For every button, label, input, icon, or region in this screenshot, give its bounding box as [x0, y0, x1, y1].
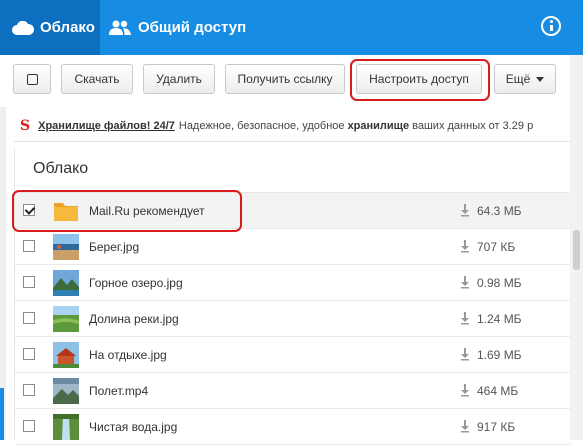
scrollbar-thumb[interactable] — [573, 230, 580, 270]
file-size: 1.69 МБ — [477, 348, 522, 362]
download-button[interactable]: Скачать — [61, 64, 133, 94]
row-checkbox[interactable] — [23, 348, 35, 360]
file-row[interactable]: Полет.mp4 464 МБ — [15, 373, 571, 409]
file-size: 0.98 МБ — [477, 276, 522, 290]
select-all-button[interactable] — [13, 64, 51, 94]
row-checkbox[interactable] — [23, 420, 35, 432]
toolbar: Скачать Удалить Получить ссылку Настроит… — [0, 55, 570, 107]
download-icon[interactable] — [460, 239, 470, 253]
file-name[interactable]: На отдыхе.jpg — [89, 348, 167, 362]
ad-banner[interactable]: S Хранилище файлов! 24/7 Надежное, безоп… — [14, 111, 570, 142]
file-size: 464 МБ — [477, 384, 519, 398]
video-thumbnail — [53, 378, 79, 404]
download-icon[interactable] — [460, 275, 470, 289]
ad-text-bold: хранилище — [347, 120, 410, 132]
ad-logo: S — [20, 118, 31, 134]
highlight-ring — [350, 59, 490, 101]
file-row[interactable]: Долина реки.jpg 1.24 МБ — [15, 301, 571, 337]
left-strip — [0, 107, 6, 440]
download-icon[interactable] — [460, 419, 470, 433]
file-row[interactable]: Берег.jpg 707 КБ — [15, 229, 571, 265]
vertical-scrollbar[interactable] — [570, 55, 583, 440]
more-vertical-icon[interactable] — [541, 16, 561, 36]
tab-label: Облако — [40, 19, 95, 36]
left-strip-accent — [0, 388, 4, 440]
file-row[interactable]: На отдыхе.jpg 1.69 МБ — [15, 337, 571, 373]
image-thumbnail — [53, 414, 79, 440]
file-name[interactable]: Чистая вода.jpg — [89, 420, 177, 434]
row-checkbox[interactable] — [23, 240, 35, 252]
image-thumbnail — [53, 306, 79, 332]
select-all-checkbox-icon — [26, 73, 38, 85]
file-size: 64.3 МБ — [477, 204, 522, 218]
download-icon[interactable] — [460, 203, 470, 217]
more-label: Ещё — [505, 72, 531, 86]
image-thumbnail — [53, 270, 79, 296]
chevron-down-icon — [536, 76, 545, 82]
tab-label: Общий доступ — [138, 19, 247, 36]
top-bar: Облако Общий доступ — [0, 0, 583, 55]
row-checkbox[interactable] — [23, 276, 35, 288]
ad-text-1: Надежное, безопасное, удобное — [178, 120, 345, 132]
file-size: 707 КБ — [477, 240, 516, 254]
file-size: 917 КБ — [477, 420, 516, 434]
file-row[interactable]: Горное озеро.jpg 0.98 МБ — [15, 265, 571, 301]
more-button[interactable]: Ещё — [494, 64, 556, 94]
ad-text-2: ваших данных от 3.29 р — [412, 120, 534, 132]
image-thumbnail — [53, 342, 79, 368]
download-icon[interactable] — [460, 311, 470, 325]
row-checkbox[interactable] — [23, 312, 35, 324]
file-size: 1.24 МБ — [477, 312, 522, 326]
file-name[interactable]: Горное озеро.jpg — [89, 276, 183, 290]
row-checkbox[interactable] — [23, 384, 35, 396]
download-icon[interactable] — [460, 383, 470, 397]
highlight-ring — [12, 190, 242, 232]
image-thumbnail — [53, 234, 79, 260]
panel-title: Облако — [33, 160, 89, 177]
file-panel: Облако Mail.Ru рекомендует 64.3 МБ Берег… — [12, 148, 571, 445]
delete-button[interactable]: Удалить — [143, 64, 215, 94]
users-icon — [109, 20, 131, 35]
tab-cloud[interactable]: Облако — [0, 0, 100, 55]
tab-shared-access[interactable]: Общий доступ — [108, 0, 246, 55]
file-name[interactable]: Берег.jpg — [89, 240, 139, 254]
get-link-button[interactable]: Получить ссылку — [225, 64, 345, 94]
cloud-icon — [12, 20, 34, 35]
file-name[interactable]: Полет.mp4 — [89, 384, 148, 398]
ad-link[interactable]: Хранилище файлов! 24/7 — [38, 120, 175, 132]
download-icon[interactable] — [460, 347, 470, 361]
file-name[interactable]: Долина реки.jpg — [89, 312, 179, 326]
